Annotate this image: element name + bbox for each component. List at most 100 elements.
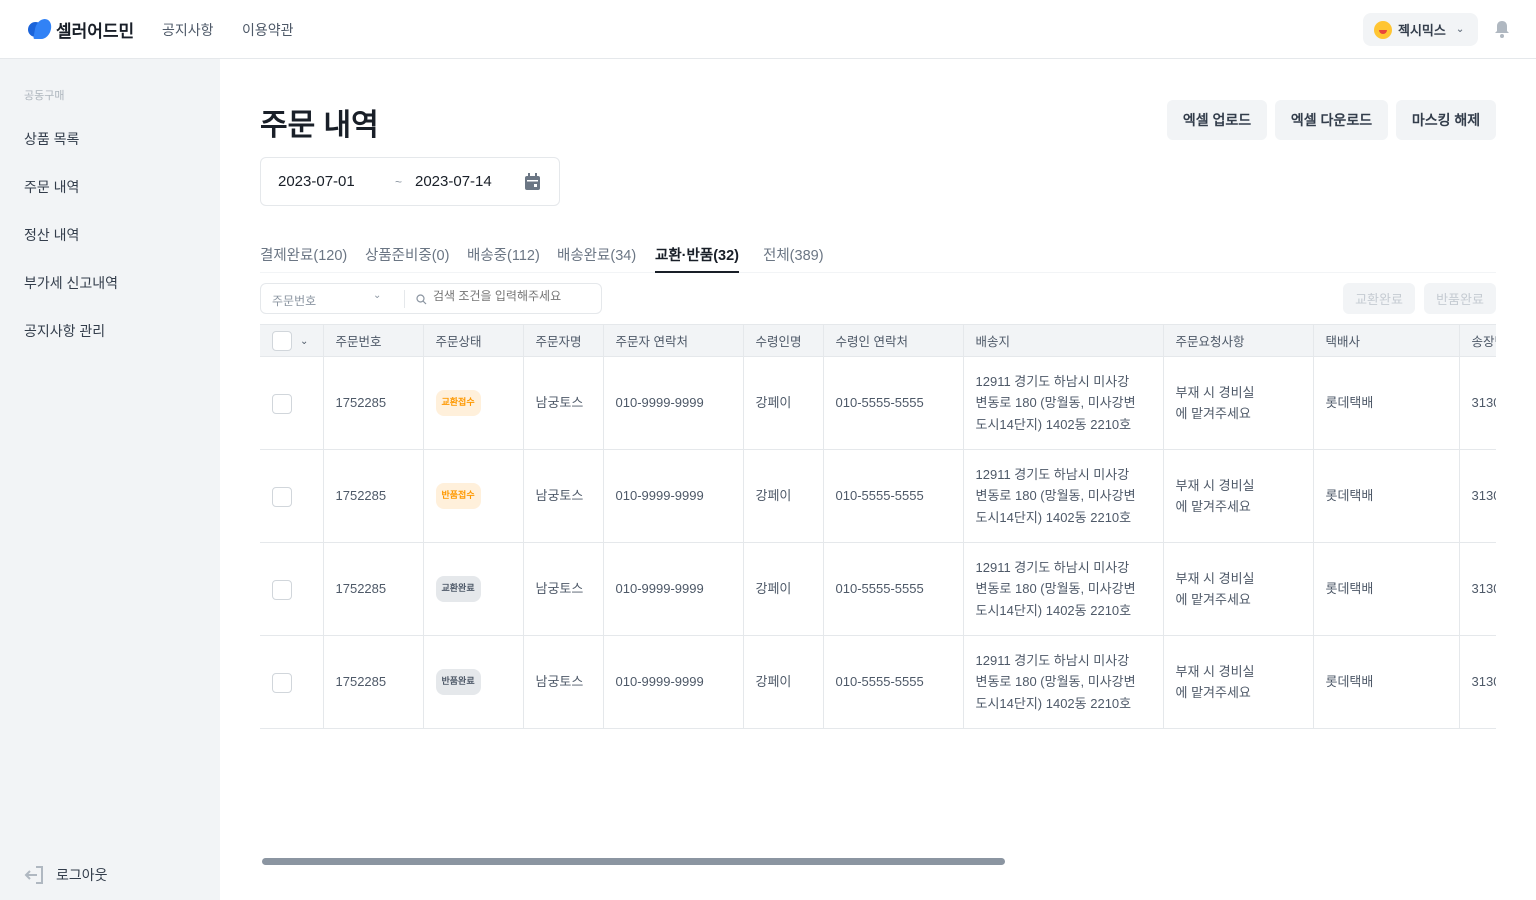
user-name: 젝시믹스 bbox=[1398, 23, 1446, 38]
orderer-name: 남궁토스 bbox=[523, 449, 604, 543]
status-cell: 반품완료 bbox=[423, 635, 524, 729]
sidebar-item-orders[interactable]: 주문 내역 bbox=[24, 177, 79, 197]
excel-download-button[interactable]: 엑셀 다운로드 bbox=[1275, 100, 1388, 140]
orderer-name: 남궁토스 bbox=[523, 542, 604, 636]
orderer-name: 남궁토스 bbox=[523, 356, 604, 450]
request-note: 부재 시 경비실에 맡겨주세요 bbox=[1163, 542, 1314, 636]
chevron-down-icon: ⌄ bbox=[1455, 24, 1465, 35]
table-row[interactable]: 1752285 반품완료 남궁토스 010-9999-9999 강페이 010-… bbox=[260, 635, 1496, 729]
courier: 롯데택배 bbox=[1313, 635, 1460, 729]
invoice-number: 3130 bbox=[1459, 356, 1496, 450]
col-header: 수령인명 bbox=[743, 324, 824, 357]
order-number: 1752285 bbox=[323, 635, 424, 729]
unmask-button[interactable]: 마스킹 해제 bbox=[1396, 100, 1496, 140]
courier: 롯데택배 bbox=[1313, 542, 1460, 636]
bell-icon[interactable] bbox=[1494, 20, 1510, 38]
nav-notices[interactable]: 공지사항 bbox=[162, 20, 214, 40]
sidebar-item-settlement[interactable]: 정산 내역 bbox=[24, 225, 79, 245]
logout-button[interactable]: 로그아웃 bbox=[24, 865, 108, 885]
sidebar-item-notice-admin[interactable]: 공지사항 관리 bbox=[24, 321, 105, 341]
row-select-cell bbox=[260, 449, 324, 543]
row-checkbox[interactable] bbox=[272, 486, 292, 507]
user-menu-button[interactable]: 젝시믹스 ⌄ bbox=[1363, 13, 1478, 46]
logo[interactable]: 셀러어드민 bbox=[28, 17, 134, 42]
logout-icon bbox=[24, 866, 43, 884]
sidebar-category: 공동구매 bbox=[24, 90, 65, 102]
orderer-phone: 010-9999-9999 bbox=[603, 635, 744, 729]
nav-terms[interactable]: 이용약관 bbox=[242, 20, 294, 40]
logo-text: 셀러어드민 bbox=[56, 22, 135, 41]
row-checkbox[interactable] bbox=[272, 579, 292, 600]
col-header: 배송지 bbox=[963, 324, 1164, 357]
col-header: 주문자 연락처 bbox=[603, 324, 744, 357]
recipient-phone: 010-5555-5555 bbox=[823, 449, 964, 543]
table-header: ⌄ 주문번호 주문상태 주문자명 주문자 연락처 수령인명 수령인 연락처 배송… bbox=[260, 324, 1496, 357]
date-to[interactable]: 2023-07-14 bbox=[415, 173, 492, 190]
recipient-name: 강페이 bbox=[743, 635, 824, 729]
tab-paid[interactable]: 결제완료(120) bbox=[260, 244, 347, 273]
request-note: 부재 시 경비실에 맡겨주세요 bbox=[1163, 635, 1314, 729]
select-all-checkbox[interactable] bbox=[272, 330, 292, 351]
search-field-select[interactable]: 주문번호 bbox=[272, 292, 316, 309]
tab-preparing[interactable]: 상품준비중(0) bbox=[365, 244, 449, 273]
date-range-picker[interactable]: 2023-07-01 ~ 2023-07-14 bbox=[260, 157, 560, 206]
top-bar: 셀러어드민 공지사항 이용약관 젝시믹스 ⌄ bbox=[0, 0, 1536, 59]
tab-delivered[interactable]: 배송완료(34) bbox=[557, 244, 636, 273]
search-input[interactable] bbox=[433, 289, 593, 303]
row-checkbox[interactable] bbox=[272, 672, 292, 693]
row-select-cell bbox=[260, 356, 324, 450]
status-badge: 반품완료 bbox=[435, 669, 481, 695]
col-header: 택배사 bbox=[1313, 324, 1460, 357]
row-select-cell bbox=[260, 542, 324, 636]
row-checkbox[interactable] bbox=[272, 393, 292, 414]
recipient-name: 강페이 bbox=[743, 356, 824, 450]
order-number: 1752285 bbox=[323, 449, 424, 543]
recipient-phone: 010-5555-5555 bbox=[823, 542, 964, 636]
divider bbox=[404, 290, 405, 308]
col-header: 주문번호 bbox=[323, 324, 424, 357]
exchange-complete-button[interactable]: 교환완료 bbox=[1343, 283, 1415, 314]
chevron-down-icon[interactable]: ⌄ bbox=[300, 336, 308, 347]
sidebar-item-vat[interactable]: 부가세 신고내역 bbox=[24, 273, 118, 293]
invoice-number: 3130 bbox=[1459, 635, 1496, 729]
date-from[interactable]: 2023-07-01 bbox=[278, 173, 355, 190]
col-header: 수령인 연락처 bbox=[823, 324, 964, 357]
status-cell: 교환접수 bbox=[423, 356, 524, 450]
request-note: 부재 시 경비실에 맡겨주세요 bbox=[1163, 356, 1314, 450]
tab-shipping[interactable]: 배송중(112) bbox=[467, 244, 540, 273]
user-avatar-icon bbox=[1374, 20, 1392, 39]
calendar-icon[interactable] bbox=[524, 173, 541, 191]
table-row[interactable]: 1752285 교환접수 남궁토스 010-9999-9999 강페이 010-… bbox=[260, 356, 1496, 450]
date-separator: ~ bbox=[395, 174, 403, 189]
sidebar-item-products[interactable]: 상품 목록 bbox=[24, 129, 79, 149]
tab-exchange-return[interactable]: 교환·반품(32) bbox=[655, 244, 739, 273]
table-row[interactable]: 1752285 반품접수 남궁토스 010-9999-9999 강페이 010-… bbox=[260, 449, 1496, 543]
row-select-cell bbox=[260, 635, 324, 729]
excel-upload-button[interactable]: 엑셀 업로드 bbox=[1167, 100, 1267, 140]
chevron-down-icon: ⌄ bbox=[373, 290, 382, 301]
col-header: 주문상태 bbox=[423, 324, 524, 357]
horizontal-scrollbar[interactable] bbox=[262, 858, 1005, 865]
status-badge: 교환접수 bbox=[435, 390, 481, 416]
recipient-phone: 010-5555-5555 bbox=[823, 635, 964, 729]
orders-table: ⌄ 주문번호 주문상태 주문자명 주문자 연락처 수령인명 수령인 연락처 배송… bbox=[260, 324, 1496, 729]
address: 12911 경기도 하남시 미사강변동로 180 (망월동, 미사강변도시14단… bbox=[963, 449, 1164, 543]
return-complete-button[interactable]: 반품완료 bbox=[1424, 283, 1496, 314]
orderer-name: 남궁토스 bbox=[523, 635, 604, 729]
order-number: 1752285 bbox=[323, 356, 424, 450]
orderer-phone: 010-9999-9999 bbox=[603, 542, 744, 636]
tab-all[interactable]: 전체(389) bbox=[763, 244, 824, 273]
order-number: 1752285 bbox=[323, 542, 424, 636]
invoice-number: 3130 bbox=[1459, 542, 1496, 636]
col-header: 주문요청사항 bbox=[1163, 324, 1314, 357]
orderer-phone: 010-9999-9999 bbox=[603, 356, 744, 450]
logout-label: 로그아웃 bbox=[56, 867, 108, 883]
courier: 롯데택배 bbox=[1313, 449, 1460, 543]
status-badge: 반품접수 bbox=[435, 483, 481, 509]
table-row[interactable]: 1752285 교환완료 남궁토스 010-9999-9999 강페이 010-… bbox=[260, 542, 1496, 636]
logo-icon bbox=[28, 19, 52, 41]
search-icon bbox=[416, 294, 427, 305]
recipient-name: 강페이 bbox=[743, 449, 824, 543]
col-header: 주문자명 bbox=[523, 324, 604, 357]
request-note: 부재 시 경비실에 맡겨주세요 bbox=[1163, 449, 1314, 543]
